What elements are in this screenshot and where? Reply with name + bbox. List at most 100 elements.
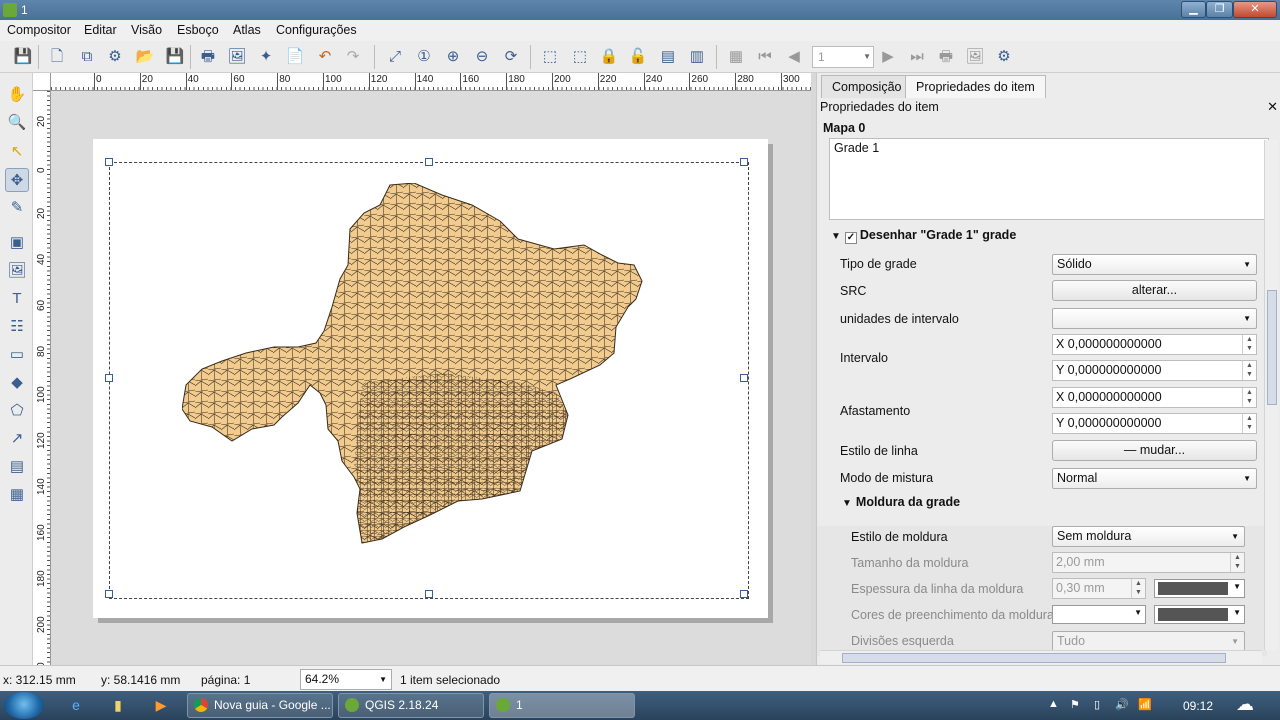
tab-propriedades-do-item[interactable]: Propriedades do item — [905, 75, 1046, 98]
add-image-icon[interactable]: 🖼 — [5, 259, 29, 283]
start-button[interactable] — [4, 692, 44, 719]
frame-style-select[interactable]: Sem moldura ▼ — [1052, 526, 1245, 547]
spin-arrows-icon[interactable]: ▲ ▼ — [1242, 388, 1256, 407]
dock-vertical-scrollbar[interactable] — [1264, 140, 1278, 650]
menu-visao[interactable]: Visão — [131, 23, 162, 37]
open-template-icon[interactable]: 📂 — [134, 46, 156, 68]
resize-handle[interactable] — [105, 590, 113, 598]
task-chrome[interactable]: Nova guia - Google ... — [187, 693, 333, 718]
pan-icon[interactable]: ✋ — [5, 83, 29, 107]
menu-configuracoes[interactable]: Configurações — [276, 23, 357, 37]
atlas-settings-icon[interactable]: ⚙ — [993, 46, 1015, 68]
cloud-icon[interactable]: ☁ — [1236, 694, 1254, 715]
atlas-page-input[interactable]: 1 ▼ — [812, 46, 874, 68]
ungroup-icon[interactable]: ⬚ — [569, 46, 591, 68]
tab-composicao[interactable]: Composição — [821, 75, 913, 98]
save-icon[interactable]: 💾 — [12, 46, 34, 68]
export-image-icon[interactable]: 🖼 — [226, 46, 248, 68]
resize-handle[interactable] — [425, 158, 433, 166]
zoom-select[interactable]: 64.2% ▼ — [300, 669, 392, 690]
first-feature-icon[interactable]: ⏮ — [754, 46, 776, 68]
grid-list[interactable]: Grade 1 — [829, 138, 1269, 220]
volume-icon[interactable]: 🔊 — [1115, 698, 1129, 711]
add-legend-icon[interactable]: ☷ — [5, 315, 29, 339]
atlas-export-icon[interactable]: 🖼 — [964, 46, 986, 68]
lock-icon[interactable]: 🔒 — [598, 46, 620, 68]
undo-icon[interactable]: ↶ — [314, 46, 336, 68]
redo-icon[interactable]: ↷ — [342, 46, 364, 68]
composer-manager-icon[interactable]: ⚙ — [104, 46, 126, 68]
draw-grid-checkbox[interactable]: ✓ — [844, 232, 857, 244]
menu-compositor[interactable]: Compositor — [7, 23, 71, 37]
interval-y-input[interactable]: Y 0,000000000000 ▲ ▼ — [1052, 360, 1257, 381]
select-move-icon[interactable]: ↖ — [5, 140, 29, 164]
spin-arrows-icon[interactable]: ▲ ▼ — [1131, 579, 1145, 598]
export-svg-icon[interactable]: ✦ — [255, 46, 277, 68]
spin-arrows-icon[interactable]: ▲ ▼ — [1242, 414, 1256, 433]
menu-atlas[interactable]: Atlas — [233, 23, 261, 37]
interval-x-input[interactable]: X 0,000000000000 ▲ ▼ — [1052, 334, 1257, 355]
add-table-icon[interactable]: ▤ — [5, 455, 29, 479]
tray-expand-icon[interactable]: ▲ — [1048, 698, 1059, 710]
frame-size-input[interactable]: 2,00 mm ▲ ▼ — [1052, 552, 1245, 573]
map-item-frame[interactable] — [109, 162, 749, 599]
raise-icon[interactable]: ▤ — [657, 46, 679, 68]
close-button[interactable]: ✕ — [1233, 1, 1277, 18]
ie-icon[interactable]: e — [66, 696, 86, 714]
task-composer[interactable]: 1 — [489, 693, 635, 718]
resize-handle[interactable] — [105, 374, 113, 382]
spin-arrows-icon[interactable]: ▲ ▼ — [1242, 335, 1256, 354]
zoom-in-icon[interactable]: ⊕ — [442, 46, 464, 68]
spin-arrows-icon[interactable]: ▲ ▼ — [1230, 553, 1244, 572]
frame-fill-color1-button[interactable]: ▼ — [1052, 605, 1146, 624]
group-icon[interactable]: ⬚ — [539, 46, 561, 68]
offset-x-input[interactable]: X 0,000000000000 ▲ ▼ — [1052, 387, 1257, 408]
composer-canvas[interactable] — [51, 91, 811, 665]
line-style-button[interactable]: — mudar... — [1052, 440, 1257, 461]
left-divisions-select[interactable]: Tudo ▼ — [1052, 631, 1245, 652]
last-feature-icon[interactable]: ⏭ — [906, 46, 928, 68]
zoom-actual-icon[interactable]: ① — [413, 46, 435, 68]
add-html-icon[interactable]: ▦ — [5, 483, 29, 507]
battery-icon[interactable]: ▯ — [1094, 698, 1100, 711]
resize-handle[interactable] — [425, 590, 433, 598]
menu-esboco[interactable]: Esboço — [177, 23, 219, 37]
next-feature-icon[interactable]: ▶ — [877, 46, 899, 68]
network-icon[interactable]: 📶 — [1138, 698, 1152, 711]
align-icon[interactable]: ▥ — [686, 46, 708, 68]
zoom-full-icon[interactable]: ⤢ — [384, 46, 406, 68]
duplicate-composer-icon[interactable]: ⧉ — [76, 46, 98, 68]
add-scalebar-icon[interactable]: ▭ — [5, 343, 29, 367]
grid-type-select[interactable]: Sólido ▼ — [1052, 254, 1257, 275]
minimize-button[interactable]: ▁ — [1181, 1, 1206, 18]
resize-handle[interactable] — [740, 374, 748, 382]
draw-grid-section[interactable]: ▼ ✓ Desenhar "Grade 1" grade — [831, 228, 1016, 244]
add-label-icon[interactable]: T — [5, 287, 29, 311]
list-item[interactable]: Grade 1 — [834, 141, 879, 155]
move-content-icon[interactable]: ✥ — [5, 168, 29, 192]
unlock-icon[interactable]: 🔓 — [627, 46, 649, 68]
offset-y-input[interactable]: Y 0,000000000000 ▲ ▼ — [1052, 413, 1257, 434]
spin-arrows-icon[interactable]: ▲ ▼ — [1242, 361, 1256, 380]
explorer-icon[interactable]: ▮ — [108, 696, 128, 714]
edit-nodes-icon[interactable]: ✎ — [5, 196, 29, 220]
maximize-button[interactable]: ❐ — [1206, 1, 1233, 18]
add-polygon-icon[interactable]: ⬠ — [5, 399, 29, 423]
media-player-icon[interactable]: ▶ — [151, 696, 171, 714]
resize-handle[interactable] — [740, 590, 748, 598]
previous-feature-icon[interactable]: ◀ — [783, 46, 805, 68]
resize-handle[interactable] — [740, 158, 748, 166]
print-icon[interactable]: 🖶 — [197, 46, 219, 68]
blend-mode-select[interactable]: Normal ▼ — [1052, 468, 1257, 489]
export-pdf-icon[interactable]: 📄 — [284, 46, 306, 68]
add-arrow-icon[interactable]: ↗ — [5, 427, 29, 451]
new-composer-icon[interactable]: 🗋 — [46, 46, 68, 68]
zoom-tool-icon[interactable]: 🔍 — [5, 111, 29, 135]
menu-editar[interactable]: Editar — [84, 23, 117, 37]
dock-horizontal-scrollbar[interactable] — [820, 650, 1262, 664]
resize-handle[interactable] — [105, 158, 113, 166]
src-change-button[interactable]: alterar... — [1052, 280, 1257, 301]
frame-line-color-button[interactable]: ▼ — [1154, 579, 1245, 598]
flag-icon[interactable]: ⚑ — [1070, 698, 1080, 711]
refresh-icon[interactable]: ⟳ — [500, 46, 522, 68]
